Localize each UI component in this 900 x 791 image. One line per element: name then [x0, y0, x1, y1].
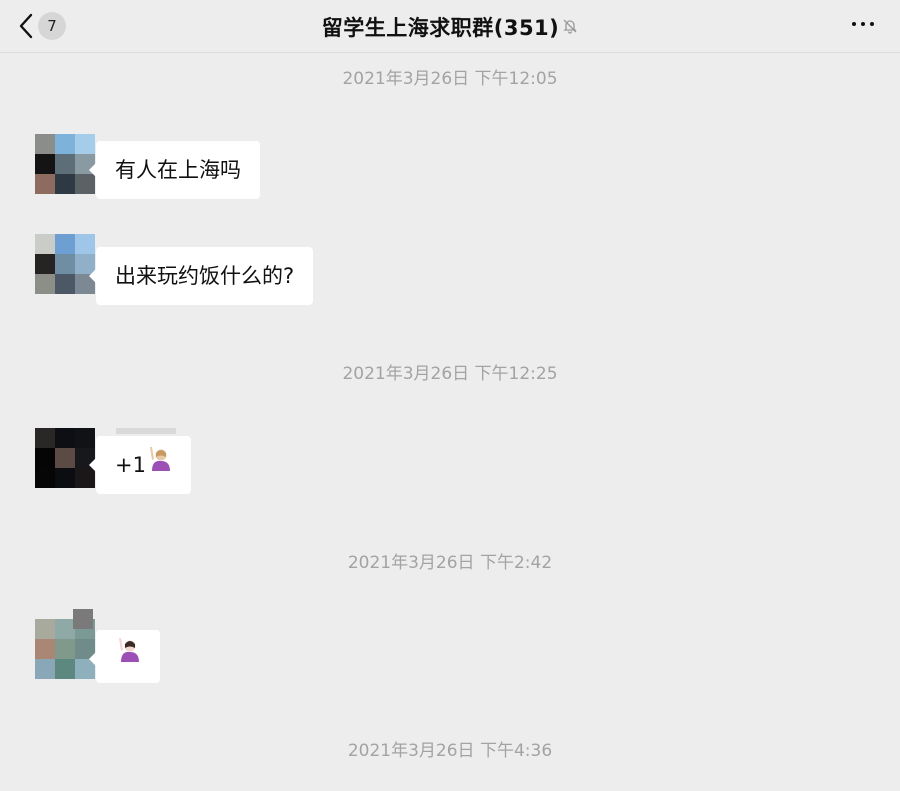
- timestamp: 2021年3月26日 下午12:05: [342, 69, 558, 89]
- message-bubble[interactable]: 出来玩约饭什么的?: [88, 247, 314, 305]
- timestamp: 2021年3月26日 下午12:25: [342, 364, 558, 384]
- message-bubble[interactable]: +1: [89, 435, 191, 494]
- message-text: +1: [115, 453, 146, 477]
- page-title: 留学生上海求职群(351): [0, 12, 900, 42]
- chat-title: 留学生上海求职群(351): [321, 16, 560, 40]
- more-dots-icon: [852, 22, 856, 26]
- timestamp: 2021年3月26日 下午4:36: [347, 741, 553, 761]
- message-text: 有人在上海吗: [115, 158, 241, 182]
- avatar-corner-chip: [73, 609, 93, 629]
- avatar[interactable]: [35, 134, 95, 194]
- more-dot: [861, 22, 865, 26]
- more-dot: [870, 22, 874, 26]
- message-bubble[interactable]: 有人在上海吗: [89, 141, 260, 199]
- sender-name-placeholder: [116, 428, 176, 434]
- message-bubble[interactable]: [89, 629, 160, 683]
- timestamp: 2021年3月26日 下午2:42: [347, 553, 553, 573]
- woman-raising-hand-emoji: [146, 435, 172, 493]
- more-options-button[interactable]: [852, 16, 874, 32]
- chat-header: 7 留学生上海求职群(351): [0, 0, 900, 53]
- avatar[interactable]: [35, 428, 95, 488]
- bell-off-icon: [562, 15, 578, 39]
- message-text: 出来玩约饭什么的?: [115, 264, 295, 288]
- avatar[interactable]: [35, 234, 95, 294]
- woman-raising-hand-emoji: [115, 629, 141, 682]
